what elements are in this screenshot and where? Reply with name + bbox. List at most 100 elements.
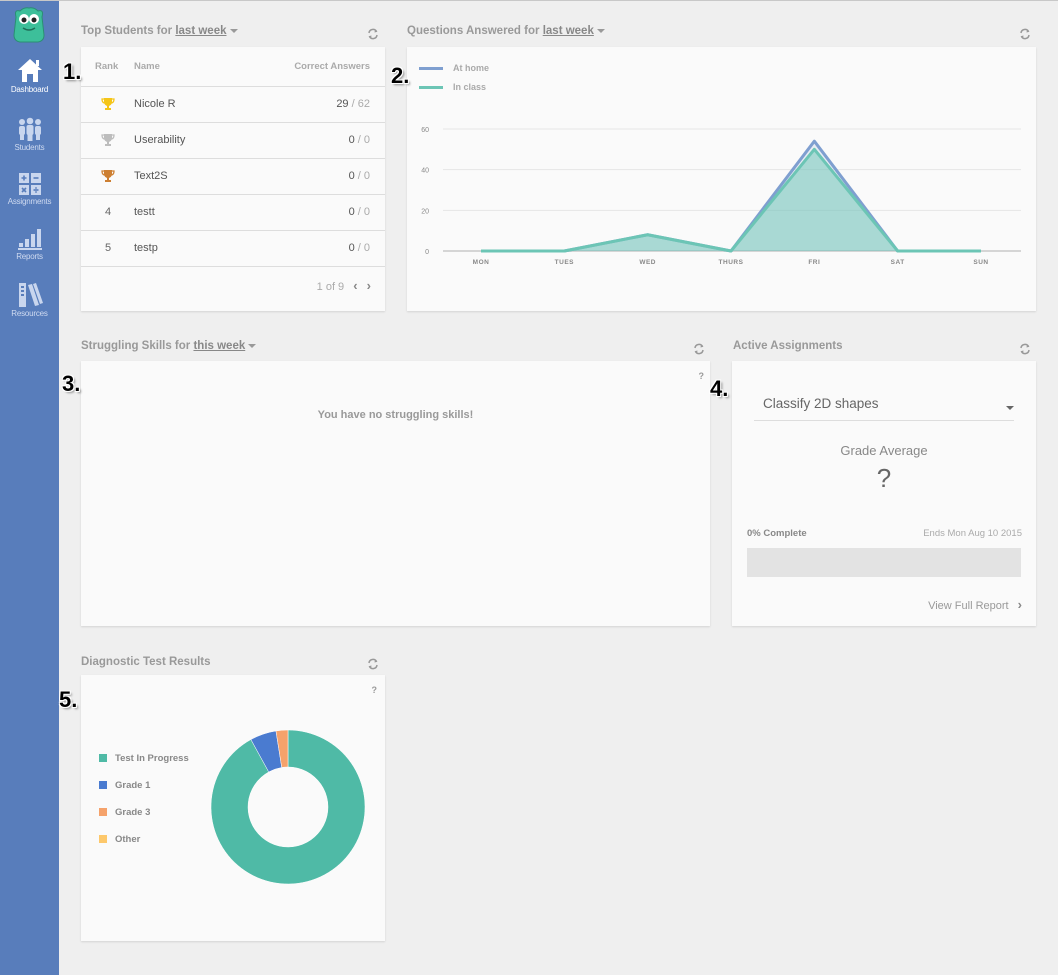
diagnostic-title: Diagnostic Test Results — [81, 656, 211, 668]
student-name: Text2S — [134, 170, 168, 182]
y-tick-label: 40 — [421, 168, 429, 175]
table-row[interactable]: Nicole R 29 / 62 — [81, 86, 385, 122]
sidebar-item-label: Students — [14, 143, 45, 152]
sidebar-item-assignments[interactable]: Assignments — [0, 173, 59, 206]
score-cell: 0 / 0 — [348, 170, 370, 182]
calculator-icon — [18, 173, 41, 195]
sidebar-item-reports[interactable]: Reports — [0, 228, 59, 261]
rank-cell: 5 — [104, 242, 112, 254]
sidebar-item-label: Reports — [16, 252, 43, 261]
refresh-icon[interactable] — [367, 28, 379, 40]
chevron-right-icon[interactable]: › — [367, 278, 371, 293]
annotation-3: 3. — [62, 371, 81, 396]
rank-cell — [97, 134, 119, 147]
home-icon — [17, 59, 42, 82]
empty-message: You have no struggling skills! — [317, 409, 474, 421]
sidebar-item-label: Assignments — [7, 197, 52, 206]
rank-cell — [97, 170, 119, 183]
view-full-report-link[interactable]: View Full Report › — [928, 597, 1022, 612]
period-selector[interactable]: last week — [175, 25, 226, 37]
struggling-skills-title: Struggling Skills for this week — [81, 340, 257, 352]
sidebar: Dashboard Students Assignments Reports R… — [0, 1, 59, 975]
y-tick-label: 60 — [421, 127, 429, 134]
chevron-right-icon: › — [1017, 597, 1022, 612]
legend-swatch — [99, 835, 107, 843]
y-tick-label: 0 — [425, 249, 429, 256]
grade-average-label: Grade Average — [840, 443, 928, 458]
score-cell: 0 / 0 — [348, 206, 370, 218]
help-icon[interactable]: ? — [372, 685, 378, 695]
legend-swatch — [99, 754, 107, 762]
student-name: Userability — [134, 134, 186, 146]
caret-down-icon[interactable] — [596, 28, 605, 33]
questions-chart: 0 20 40 60 MON TUES WED THURS FRI SAT SUN — [421, 127, 1021, 266]
student-name: testp — [134, 242, 158, 254]
student-name: Nicole R — [134, 98, 176, 110]
sidebar-item-resources[interactable]: Resources — [0, 283, 59, 318]
period-selector[interactable]: this week — [193, 340, 245, 352]
table-header: Rank Name Correct Answers — [95, 61, 370, 72]
complete-label: 0% Complete — [747, 528, 807, 539]
legend-item[interactable]: Other — [99, 834, 140, 845]
x-tick-label: WED — [639, 259, 656, 266]
score-cell: 0 / 0 — [348, 242, 370, 254]
assignment-select[interactable]: Classify 2D shapes — [754, 393, 1014, 421]
help-icon[interactable]: ? — [699, 371, 705, 381]
rank-cell — [97, 98, 119, 111]
caret-down-icon[interactable] — [248, 343, 257, 348]
sidebar-item-label: Resources — [11, 309, 48, 318]
books-icon — [18, 283, 43, 307]
chevron-left-icon[interactable]: ‹ — [353, 278, 357, 293]
table-row[interactable]: Userability 0 / 0 — [81, 122, 385, 158]
table-row[interactable]: 5 testp 0 / 0 — [81, 230, 385, 266]
annotation-1: 1. — [63, 59, 82, 84]
annotation-5: 5. — [59, 687, 78, 712]
questions-answered-title: Questions Answered for last week — [407, 25, 605, 37]
sidebar-item-students[interactable]: Students — [0, 117, 59, 152]
bar-chart-icon — [17, 229, 42, 250]
legend-item[interactable]: Test In Progress — [99, 753, 189, 764]
diagnostic-donut-chart — [210, 729, 366, 885]
top-students-card: Rank Name Correct Answers Nicole R 29 / 6… — [81, 47, 385, 311]
area-in-class — [481, 149, 981, 251]
diagnostic-card: ? Test In Progress Grade 1 Grade 3 Other — [81, 675, 385, 941]
refresh-icon[interactable] — [1019, 28, 1031, 40]
refresh-icon[interactable] — [693, 343, 705, 355]
caret-down-icon[interactable] — [229, 28, 238, 33]
x-tick-label: FRI — [808, 259, 820, 266]
legend-swatch — [99, 808, 107, 816]
legend-swatch — [99, 781, 107, 789]
period-selector[interactable]: last week — [543, 25, 594, 37]
y-tick-label: 20 — [421, 208, 429, 215]
grade-average-value: ? — [876, 463, 892, 493]
legend-item[interactable]: Grade 1 — [99, 780, 150, 791]
x-tick-label: MON — [473, 259, 490, 266]
table-row[interactable]: 4 testt 0 / 0 — [81, 194, 385, 230]
rank-cell: 4 — [104, 206, 112, 218]
progress-bar — [747, 548, 1021, 577]
table-row[interactable]: Text2S 0 / 0 — [81, 158, 385, 194]
x-tick-label: SAT — [891, 259, 905, 266]
top-students-title: Top Students for last week — [81, 25, 238, 37]
caret-down-icon — [1006, 406, 1014, 410]
series-line-at-home — [481, 139, 981, 253]
monster-logo[interactable] — [10, 5, 48, 45]
refresh-icon[interactable] — [1019, 343, 1031, 355]
trophy-bronze-icon — [101, 170, 115, 182]
trophy-silver-icon — [101, 134, 115, 146]
annotation-2: 2. — [391, 63, 410, 88]
students-icon — [18, 117, 41, 141]
questions-answered-card: At home In class 0 20 40 60 MON TUES WED THURS F… — [407, 47, 1036, 311]
pager: 1 of 9 ‹ › — [316, 278, 371, 293]
annotation-4: 4. — [710, 376, 729, 401]
legend-item[interactable]: Grade 3 — [99, 807, 150, 818]
refresh-icon[interactable] — [367, 658, 379, 670]
score-cell: 0 / 0 — [348, 134, 370, 146]
sidebar-item-dashboard[interactable]: Dashboard — [0, 57, 59, 94]
sidebar-item-label: Dashboard — [10, 85, 49, 94]
active-assignments-title: Active Assignments — [733, 340, 843, 352]
divider — [81, 266, 385, 267]
area-at-home — [481, 141, 981, 251]
ends-label: Ends Mon Aug 10 2015 — [923, 528, 1022, 539]
active-assignments-card: Classify 2D shapes Grade Average ? 0% Co… — [732, 361, 1036, 626]
